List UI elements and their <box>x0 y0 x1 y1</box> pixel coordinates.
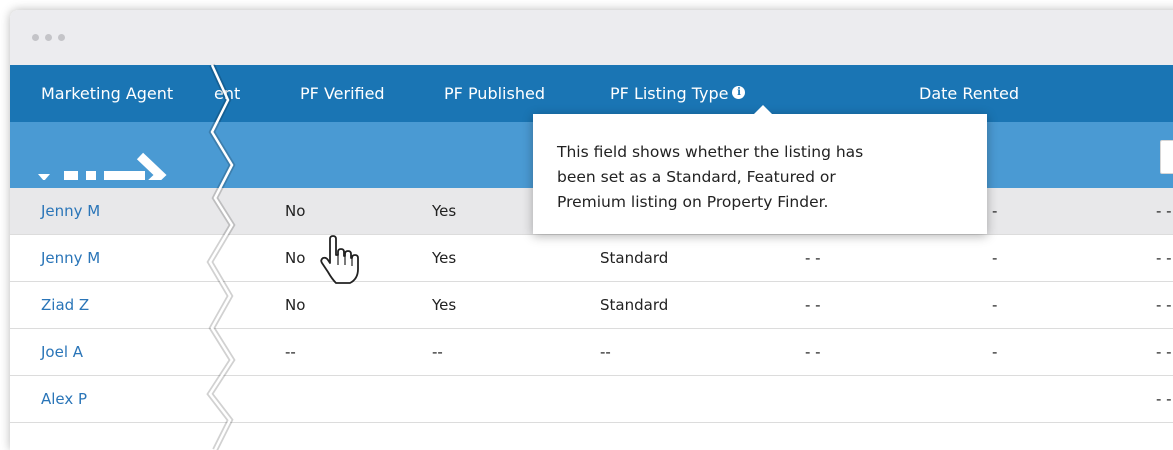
table-row[interactable]: Ziad Z No Yes Standard - - - - - <box>10 282 1173 329</box>
cell-listing-type: Standard <box>600 296 669 314</box>
listing-type-tooltip: This field shows whether the listing has… <box>533 105 987 234</box>
filter-input[interactable] <box>1160 140 1173 174</box>
cell-empty-3: - - <box>1156 249 1172 267</box>
cell-verified: No <box>285 202 306 220</box>
agent-link[interactable]: Alex P <box>41 376 87 423</box>
cell-empty-1: - - <box>805 296 821 314</box>
cell-listing-type: Standard <box>600 249 669 267</box>
cell-empty-3: - - <box>1156 296 1172 314</box>
cell-empty-2: - <box>992 343 998 361</box>
cell-empty-1: - - <box>805 249 821 267</box>
header-pf-verified[interactable]: PF Verified <box>300 65 385 122</box>
cell-empty-1: - - <box>805 343 821 361</box>
info-icon[interactable]: i <box>732 86 746 99</box>
agent-link[interactable]: Joel A <box>41 329 83 376</box>
tooltip-line-2: been set as a Standard, Featured or <box>557 168 836 186</box>
cell-published: Yes <box>432 296 457 314</box>
hand-pointer-icon <box>320 235 359 284</box>
dashed-arrow-icon <box>38 152 167 180</box>
cell-published: Yes <box>432 202 457 220</box>
cell-published: -- <box>432 343 443 361</box>
cell-published: Yes <box>432 249 457 267</box>
header-pf-listing-type-label: PF Listing Type <box>610 84 729 103</box>
cell-verified: No <box>285 296 306 314</box>
cell-empty-2: - <box>992 296 998 314</box>
cell-verified: -- <box>285 343 296 361</box>
cell-empty-2: - <box>992 202 998 220</box>
header-pf-published[interactable]: PF Published <box>444 65 545 122</box>
table-row[interactable]: Jenny M No Yes Standard - - - - - <box>10 235 1173 282</box>
table-row[interactable]: Alex P - - <box>10 376 1173 423</box>
agent-link[interactable]: Jenny M <box>41 188 100 235</box>
cell-empty-2: - <box>992 249 998 267</box>
cell-empty-3: - - <box>1156 390 1172 408</box>
cell-empty-3: - - <box>1156 343 1172 361</box>
cell-listing-type: -- <box>600 343 611 361</box>
cell-empty-3: - - <box>1156 202 1172 220</box>
tooltip-line-3: Premium listing on Property Finder. <box>557 193 829 211</box>
agent-link[interactable]: Ziad Z <box>41 282 89 329</box>
tooltip-line-1: This field shows whether the listing has <box>557 143 864 161</box>
tooltip-text: This field shows whether the listing has… <box>557 140 967 215</box>
agent-link[interactable]: Jenny M <box>41 235 100 282</box>
table-row[interactable]: Joel A -- -- -- - - - - - <box>10 329 1173 376</box>
cell-verified: No <box>285 249 306 267</box>
header-cut-fragment: ent <box>214 84 241 103</box>
chevron-down-icon <box>38 174 50 180</box>
tooltip-caret <box>753 105 773 115</box>
